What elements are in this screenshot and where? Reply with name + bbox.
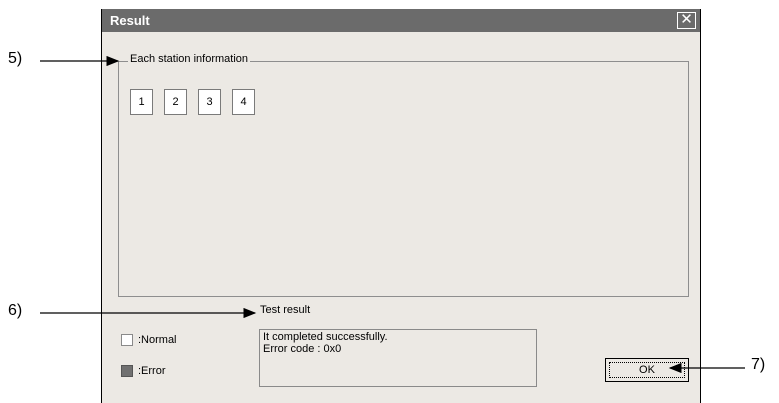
callout-arrows	[40, 55, 745, 374]
